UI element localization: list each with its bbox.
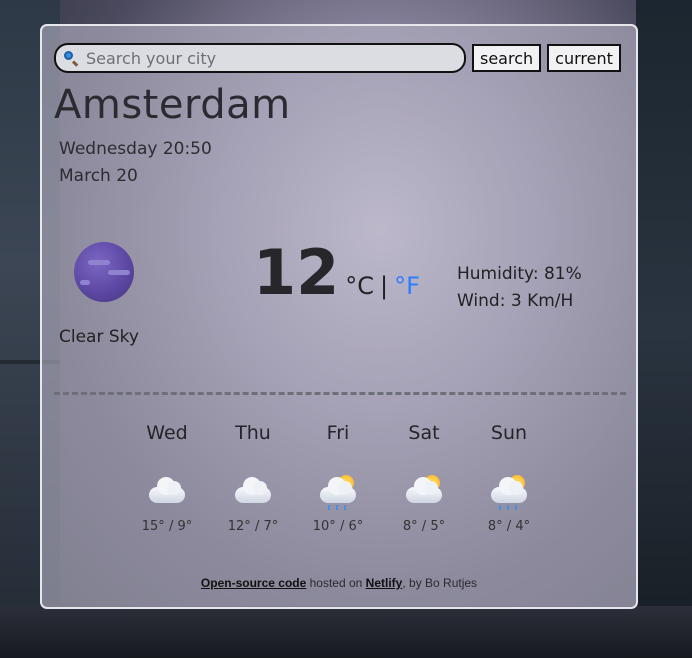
forecast-temp: 8° / 4° [487, 519, 531, 534]
forecast-day: Sat 8° / 5° [384, 405, 464, 534]
date: March 20 [59, 166, 138, 186]
forecast-temp: 8° / 5° [402, 519, 446, 534]
background-photo-right [636, 0, 692, 658]
fahrenheit-link[interactable]: °F [394, 272, 420, 300]
background-photo-bottom [0, 606, 692, 658]
wind: Wind: 3 Km/H [457, 291, 574, 311]
unit-separator: | [380, 272, 389, 300]
footer-text: hosted on [306, 576, 366, 590]
forecast-day: Wed 15° / 9° [127, 405, 207, 534]
moon-icon [74, 242, 134, 302]
weather-card: search current Amsterdam Wednesday 20:50… [40, 24, 638, 609]
footer: Open-source code hosted on Netlify, by B… [42, 576, 636, 590]
temperature-value: 12 [253, 236, 340, 309]
sun-rain-cloud-icon [316, 475, 360, 511]
search-bar: search current [54, 43, 621, 73]
current-location-button[interactable]: current [547, 44, 621, 72]
footer-author: , by Bo Rutjes [402, 576, 478, 590]
day-time: Wednesday 20:50 [59, 139, 212, 159]
forecast-day: Sun 8° / 4° [469, 405, 549, 534]
humidity: Humidity: 81% [457, 264, 582, 284]
search-field[interactable] [54, 43, 466, 73]
divider [54, 392, 626, 395]
forecast-day-name: Sun [490, 422, 528, 444]
sun-rain-cloud-icon [487, 475, 531, 511]
current-temperature: 12 °C | °F [253, 242, 420, 304]
forecast-temp: 15° / 9° [141, 519, 193, 534]
city-name: Amsterdam [54, 82, 291, 128]
forecast-temp: 10° / 6° [312, 519, 364, 534]
sun-cloud-icon [402, 475, 446, 511]
search-button[interactable]: search [472, 44, 542, 72]
forecast-day: Fri 10° / 6° [298, 405, 378, 534]
celsius-unit[interactable]: °C [345, 272, 374, 300]
forecast-day-name: Thu [235, 422, 271, 444]
netlify-link[interactable]: Netlify [366, 576, 403, 590]
cloud-icon [231, 475, 275, 511]
search-input[interactable] [86, 48, 446, 68]
cloud-icon [145, 475, 189, 511]
forecast-day-name: Fri [326, 422, 350, 444]
source-code-link[interactable]: Open-source code [201, 576, 306, 590]
weather-stats: Humidity: 81% Wind: 3 Km/H [457, 261, 582, 315]
forecast-day: Thu 12° / 7° [213, 405, 293, 534]
search-icon [64, 51, 79, 67]
forecast-temp: 12° / 7° [227, 519, 279, 534]
forecast-day-name: Sat [408, 422, 440, 444]
weather-condition: Clear Sky [59, 327, 139, 347]
forecast-day-name: Wed [146, 422, 188, 444]
